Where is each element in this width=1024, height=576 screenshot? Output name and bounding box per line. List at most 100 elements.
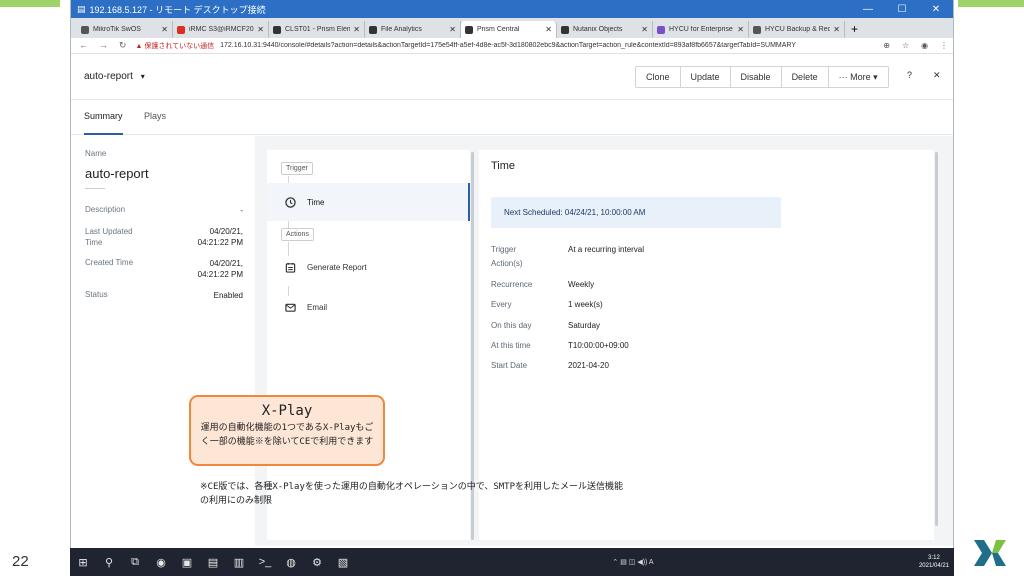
divider — [85, 188, 105, 189]
entity-selector[interactable]: auto-report ▾ — [84, 71, 145, 82]
favicon-icon — [177, 25, 185, 34]
taskbar-app-icon[interactable]: ◍ — [278, 548, 304, 576]
address-bar: ← → ↻ ▲ 保護されていない通信 172.16.10.31:9440/con… — [71, 38, 953, 54]
taskbar-app-icon[interactable]: ⚙ — [304, 548, 330, 576]
status-value: Enabled — [213, 291, 243, 300]
rd-titlebar: ▤ 192.168.5.127 - リモート デスクトップ接続 — ☐ ✕ — [71, 0, 953, 18]
step-generate-report[interactable]: Generate Report — [267, 248, 470, 286]
last-updated-value: 04/20/21, 04:21:22 PM — [197, 227, 243, 247]
tab-label: HYCU for Enterprise C — [669, 26, 735, 33]
favicon-icon — [465, 25, 473, 34]
browser-tab[interactable]: Prism Central ✕ — [461, 21, 557, 38]
tab-label: Nutanix Objects — [573, 26, 623, 33]
url-field[interactable]: 172.16.10.31:9440/console/#details?actio… — [220, 42, 878, 49]
description-value: - — [240, 206, 243, 215]
zoom-icon[interactable]: ⊕ — [883, 41, 890, 50]
browser-tab[interactable]: Nutanix Objects ✕ — [557, 21, 653, 38]
every-value: 1 week(s) — [568, 300, 603, 309]
recurrence-value: Weekly — [568, 280, 595, 289]
reload-icon[interactable]: ↻ — [119, 40, 127, 50]
clone-button[interactable]: Clone — [636, 67, 681, 87]
system-tray[interactable]: ⌃ ▤ ◫ ◀)) A — [612, 558, 653, 566]
taskbar-app-icon[interactable]: ▣ — [174, 548, 200, 576]
chevron-down-icon: ▾ — [140, 72, 145, 81]
favicon-icon — [753, 25, 761, 34]
taskbar-clock[interactable]: 3:12 2021/04/21 — [914, 554, 954, 570]
footnote: ※CE版では、各種X-Playを使った運用の自動化オペレーションの中で、SMTP… — [200, 482, 624, 506]
close-tab-icon[interactable]: ✕ — [257, 25, 264, 34]
favicon-icon — [561, 25, 569, 34]
taskbar-app-icon[interactable]: ▧ — [330, 548, 356, 576]
step-email[interactable]: Email — [267, 288, 470, 326]
tab-summary[interactable]: Summary — [84, 111, 123, 135]
taskbar-app-icon[interactable]: ⊞ — [70, 548, 96, 576]
taskbar-app-icon[interactable]: ◉ — [148, 548, 174, 576]
close-icon[interactable]: ✕ — [933, 70, 941, 81]
close-tab-icon[interactable]: ✕ — [449, 25, 456, 34]
minimize-button[interactable]: — — [851, 4, 885, 15]
slide-accent-left — [0, 0, 60, 7]
favicon-icon — [369, 25, 377, 34]
disable-button[interactable]: Disable — [731, 67, 782, 87]
slide-number: 22 — [12, 553, 29, 570]
tab-label: HYCU Backup & Recov — [765, 26, 830, 33]
step-label: Time — [307, 197, 325, 207]
browser-tab[interactable]: CLST01 - Prism Element✕ — [269, 21, 365, 38]
clock-date: 2021/04/21 — [918, 563, 949, 569]
detail-title: Time — [491, 160, 516, 172]
close-tab-icon[interactable]: ✕ — [833, 25, 840, 34]
on-this-day-label: On this day — [491, 321, 532, 330]
browser-tab[interactable]: MikroTik SwOS ✕ — [77, 21, 173, 38]
update-button[interactable]: Update — [681, 67, 731, 87]
profile-icon[interactable]: ◉ — [921, 41, 928, 50]
close-window-button[interactable]: ✕ — [919, 4, 953, 15]
action-button-group: Clone Update Disable Delete ··· More ▾ — [635, 66, 889, 88]
close-tab-icon[interactable]: ✕ — [737, 25, 744, 34]
description-label: Description — [85, 205, 126, 214]
taskbar-app-icon[interactable]: ⧉ — [122, 548, 148, 576]
back-icon[interactable]: ← — [79, 40, 88, 50]
start-date-value: 2021-04-20 — [568, 361, 609, 370]
slide-accent-right — [958, 0, 1024, 7]
forward-icon[interactable]: → — [99, 40, 108, 50]
delete-button[interactable]: Delete — [782, 67, 829, 87]
step-label: Generate Report — [307, 262, 367, 272]
on-this-day-value: Saturday — [568, 321, 601, 330]
bookmark-icon[interactable]: ☆ — [902, 41, 909, 50]
trigger-actions-value: At a recurring interval — [568, 245, 645, 254]
tab-label: Prism Central — [477, 26, 520, 33]
new-tab-button[interactable]: + — [845, 21, 864, 38]
tab-plays[interactable]: Plays — [144, 111, 166, 121]
callout-body: 運用の自動化機能の1つであるX-Playもごく一部の機能※を除いてCEで利用でき… — [200, 423, 374, 447]
taskbar-app-icon[interactable]: ▥ — [226, 548, 252, 576]
nutanix-logo-icon — [974, 540, 1006, 566]
detail-scrollbar[interactable] — [935, 152, 938, 526]
close-tab-icon[interactable]: ✕ — [161, 25, 168, 34]
browser-tab[interactable]: HYCU Backup & Recov✕ — [749, 21, 845, 38]
help-icon[interactable]: ? — [907, 70, 912, 80]
close-tab-icon[interactable]: ✕ — [545, 25, 552, 34]
close-tab-icon[interactable]: ✕ — [353, 25, 360, 34]
favicon-icon — [273, 25, 281, 34]
more-button[interactable]: ··· More ▾ — [829, 67, 888, 87]
browser-tab[interactable]: iRMC S3@iRMCF2058 ✕ — [173, 21, 269, 38]
recurrence-label: Recurrence — [491, 280, 533, 289]
actions-pill: Actions — [281, 228, 314, 241]
clock-time: 3:12 — [928, 555, 940, 561]
browser-tab[interactable]: File Analytics ✕ — [365, 21, 461, 38]
taskbar-app-icon[interactable]: ▤ — [200, 548, 226, 576]
tab-label: MikroTik SwOS — [93, 26, 141, 33]
tab-label: CLST01 - Prism Element — [285, 26, 350, 33]
menu-icon[interactable]: ⋮ — [940, 41, 948, 50]
taskbar-app-icon[interactable]: ⚲ — [96, 548, 122, 576]
report-icon — [283, 260, 297, 274]
created-time-label: Created Time — [85, 258, 134, 267]
step-time[interactable]: Time — [267, 183, 470, 221]
subtab-bar: Summary Plays — [71, 100, 953, 135]
insecure-warning[interactable]: ▲ 保護されていない通信 — [135, 41, 214, 51]
browser-tab[interactable]: HYCU for Enterprise C ✕ — [653, 21, 749, 38]
close-tab-icon[interactable]: ✕ — [641, 25, 648, 34]
last-updated-label: Last Updated Time — [85, 227, 133, 247]
taskbar-app-icon[interactable]: >_ — [252, 548, 278, 576]
maximize-button[interactable]: ☐ — [885, 4, 919, 15]
